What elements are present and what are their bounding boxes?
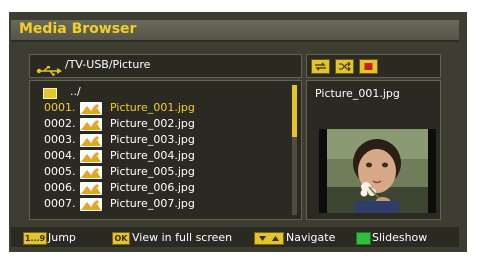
image-icon <box>80 182 102 195</box>
usb-icon <box>36 61 62 80</box>
item-name: Picture_006.jpg <box>110 181 195 194</box>
image-icon <box>80 102 102 115</box>
shuffle-icon[interactable] <box>335 59 354 74</box>
image-icon <box>80 150 102 163</box>
fullscreen-hint: View in full screen <box>132 231 233 244</box>
key-hints-bar: 1...9 Jump OK View in full screen Naviga… <box>11 227 459 247</box>
list-item[interactable]: 0001. Picture_001.jpg <box>30 100 288 116</box>
file-list: ../ 0001. Picture_001.jpg 0002. Picture_… <box>29 80 302 220</box>
scrollbar-thumb[interactable] <box>292 85 297 137</box>
playback-toolbar <box>306 54 441 78</box>
item-number: 0004. <box>44 149 76 162</box>
list-item[interactable]: 0004. Picture_004.jpg <box>30 148 288 164</box>
item-number: 0001. <box>44 101 76 114</box>
item-name: Picture_004.jpg <box>110 149 195 162</box>
jump-hint: Jump <box>48 231 76 244</box>
folder-icon <box>43 88 57 99</box>
ok-key-badge: OK <box>112 232 130 245</box>
item-name: Picture_007.jpg <box>110 197 195 210</box>
breadcrumb: /TV-USB/Picture <box>29 54 302 78</box>
preview-image <box>319 129 436 213</box>
path-text: /TV-USB/Picture <box>65 58 151 71</box>
updir-item[interactable]: ../ <box>30 84 288 100</box>
list-item[interactable]: 0007. Picture_007.jpg <box>30 196 288 212</box>
preview-filename: Picture_001.jpg <box>315 87 400 100</box>
item-name: Picture_001.jpg <box>110 101 195 114</box>
page-title: Media Browser <box>19 21 137 37</box>
item-name: Picture_003.jpg <box>110 133 195 146</box>
image-icon <box>80 198 102 211</box>
image-icon <box>80 134 102 147</box>
stop-icon[interactable] <box>359 59 378 74</box>
preview-panel: Picture_001.jpg <box>306 80 441 220</box>
item-number: 0002. <box>44 117 76 130</box>
item-number: 0003. <box>44 133 76 146</box>
item-number: 0007. <box>44 197 76 210</box>
scrollbar[interactable] <box>292 85 297 215</box>
repeat-icon[interactable] <box>311 59 330 74</box>
image-icon <box>80 118 102 131</box>
number-keys-badge: 1...9 <box>23 232 47 245</box>
arrow-keys-icon <box>254 232 284 245</box>
green-key-icon <box>356 232 371 245</box>
list-item[interactable]: 0006. Picture_006.jpg <box>30 180 288 196</box>
slideshow-hint: Slideshow <box>372 231 428 244</box>
navigate-hint: Navigate <box>286 231 336 244</box>
item-number: 0006. <box>44 181 76 194</box>
list-item[interactable]: 0002. Picture_002.jpg <box>30 116 288 132</box>
item-name: Picture_005.jpg <box>110 165 195 178</box>
item-name: Picture_002.jpg <box>110 117 195 130</box>
title-bar: Media Browser <box>11 20 459 40</box>
image-icon <box>80 166 102 179</box>
updir-label: ../ <box>70 85 81 98</box>
list-item[interactable]: 0005. Picture_005.jpg <box>30 164 288 180</box>
item-number: 0005. <box>44 165 76 178</box>
list-item[interactable]: 0003. Picture_003.jpg <box>30 132 288 148</box>
title-divider <box>11 40 459 42</box>
